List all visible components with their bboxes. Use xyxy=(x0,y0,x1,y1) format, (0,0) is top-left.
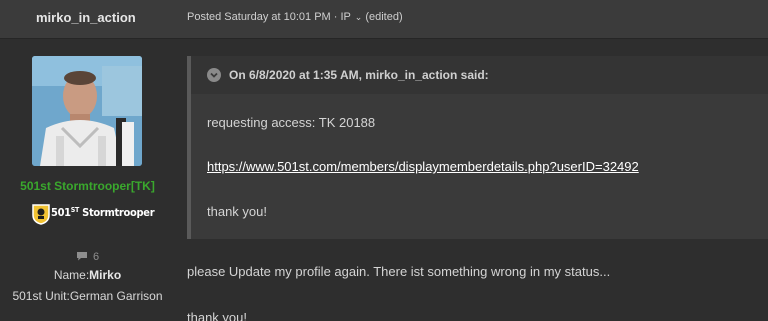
profile-name: Name:Mirko xyxy=(0,268,175,282)
quote-text: thank you! xyxy=(207,204,267,219)
avatar[interactable] xyxy=(32,56,142,166)
author-username[interactable]: mirko_in_action xyxy=(36,10,136,25)
quote-block: On 6/8/2020 at 1:35 AM, mirko_in_action … xyxy=(187,56,768,239)
comment-count: 6 xyxy=(0,251,175,263)
profile-unit: 501st Unit:German Garrison xyxy=(0,289,175,303)
collapse-toggle-icon[interactable] xyxy=(207,68,221,82)
member-details-link[interactable]: https://www.501st.com/members/displaymem… xyxy=(207,159,639,174)
rank-badge: 501ST Stormtrooper xyxy=(31,203,155,225)
shield-icon xyxy=(32,204,50,225)
author-sidebar: 501st Stormtrooper[TK] 501ST Stormtroope… xyxy=(0,40,175,321)
quote-citation[interactable]: On 6/8/2020 at 1:35 AM, mirko_in_action … xyxy=(229,68,489,82)
quote-text: requesting access: TK 20188 xyxy=(207,115,376,130)
profile-name-label: Name: xyxy=(53,268,90,282)
quote-header: On 6/8/2020 at 1:35 AM, mirko_in_action … xyxy=(191,56,768,94)
profile-name-value: Mirko xyxy=(89,268,122,282)
badge-label: 501ST Stormtrooper xyxy=(51,206,155,219)
post-meta: Posted Saturday at 10:01 PM · IP ⌄ (edit… xyxy=(187,11,403,23)
chevron-down-icon[interactable]: ⌄ xyxy=(355,12,363,22)
member-rank: 501st Stormtrooper[TK] xyxy=(20,179,155,193)
comment-count-value: 6 xyxy=(92,251,100,263)
edited-label: (edited) xyxy=(365,11,403,23)
profile-unit-label: 501st Unit: xyxy=(12,289,70,303)
post-body-text: please Update my profile again. There is… xyxy=(187,264,611,279)
post-body-text: thank you! xyxy=(187,310,247,321)
profile-unit-value: German Garrison xyxy=(69,289,163,303)
post-header: mirko_in_action Posted Saturday at 10:01… xyxy=(0,0,768,39)
comment-bubble-icon xyxy=(76,252,87,261)
post-timestamp[interactable]: Posted Saturday at 10:01 PM · IP xyxy=(187,11,351,23)
